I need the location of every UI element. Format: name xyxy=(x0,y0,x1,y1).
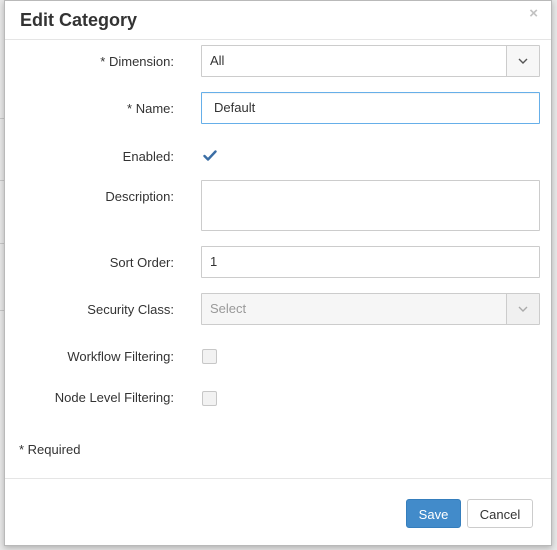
dialog-title: Edit Category xyxy=(20,10,138,30)
dimension-value: All xyxy=(210,53,225,68)
chevron-down-icon[interactable] xyxy=(506,46,539,76)
enabled-checkbox[interactable] xyxy=(202,149,217,164)
close-icon[interactable]: × xyxy=(529,6,538,21)
cancel-button[interactable]: Cancel xyxy=(467,499,533,528)
chevron-down-icon[interactable] xyxy=(506,294,539,324)
node-level-filtering-checkbox[interactable] xyxy=(202,391,217,406)
dimension-label: * Dimension: xyxy=(100,54,174,69)
security-class-placeholder: Select xyxy=(210,301,247,316)
save-button[interactable]: Save xyxy=(406,499,461,528)
required-note: * Required xyxy=(19,442,81,457)
edit-category-dialog: Edit Category × * Dimension: All * Name:… xyxy=(4,0,552,546)
description-label: Description: xyxy=(105,189,174,204)
dimension-select[interactable]: All xyxy=(201,45,540,77)
security-class-select[interactable]: Select xyxy=(201,293,540,325)
checkmark-icon xyxy=(203,150,217,161)
workflow-filtering-label: Workflow Filtering: xyxy=(67,349,174,364)
node-level-filtering-label: Node Level Filtering: xyxy=(54,390,174,405)
security-class-label: Security Class: xyxy=(87,302,174,317)
description-textarea[interactable] xyxy=(201,180,540,231)
name-label: * Name: xyxy=(127,101,174,116)
name-input[interactable]: Default xyxy=(201,92,540,124)
sort-order-label: Sort Order: xyxy=(109,255,174,270)
footer-divider xyxy=(5,478,551,479)
dialog-header: Edit Category × xyxy=(5,1,551,40)
enabled-label: Enabled: xyxy=(122,149,174,164)
workflow-filtering-checkbox[interactable] xyxy=(202,349,217,364)
sort-order-input[interactable]: 1 xyxy=(201,246,540,278)
